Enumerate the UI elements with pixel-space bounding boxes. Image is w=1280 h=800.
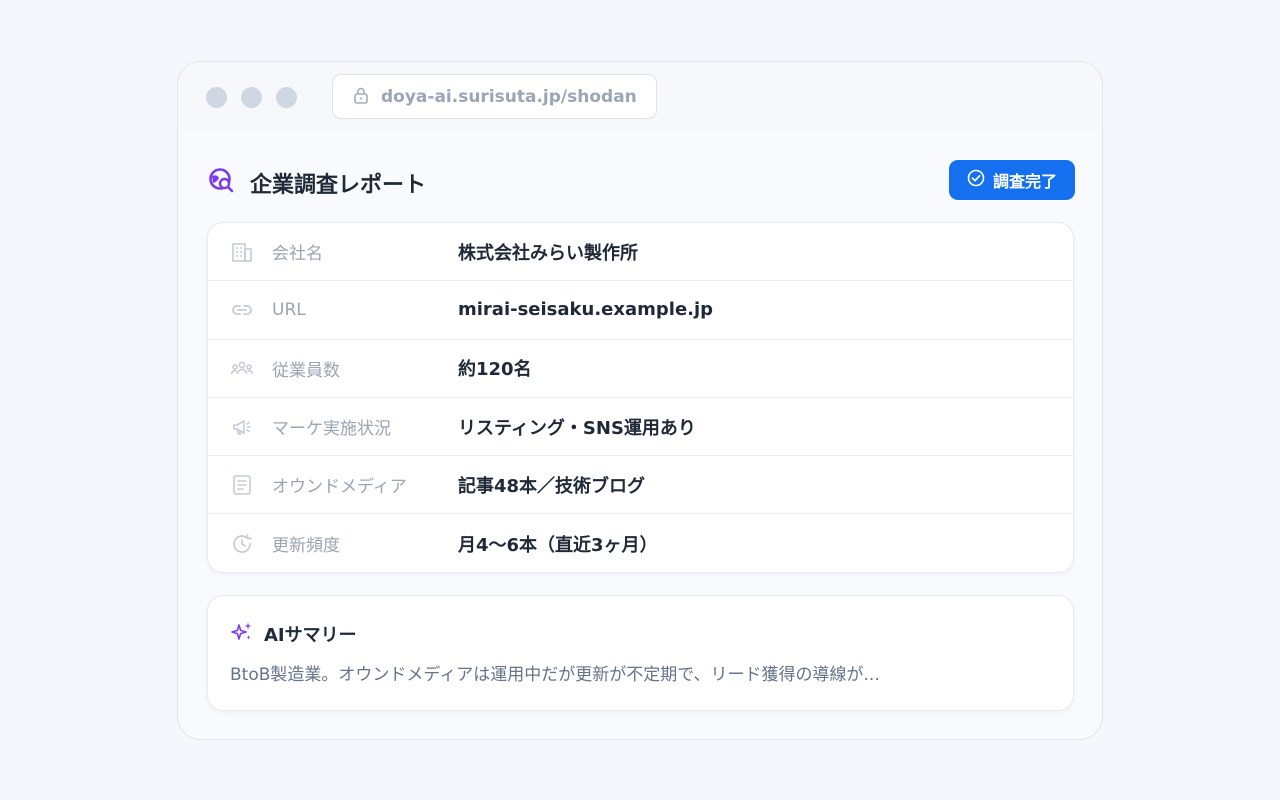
lock-icon bbox=[353, 86, 369, 108]
window-maximize-dot[interactable] bbox=[276, 87, 297, 108]
row-value: mirai-seisaku.example.jp bbox=[458, 299, 714, 321]
users-icon bbox=[230, 356, 254, 380]
building-icon bbox=[230, 240, 254, 264]
table-row: オウンドメディア 記事48本／技術ブログ bbox=[208, 456, 1073, 515]
ai-summary-card: AIサマリー BtoB製造業。オウンドメディアは運用中だが更新が不定期で、リード… bbox=[207, 595, 1074, 711]
status-button-label: 調査完了 bbox=[992, 172, 1057, 191]
page-title: 企業調査レポート bbox=[250, 173, 427, 198]
report-table: 会社名 株式会社みらい製作所 URL mirai-seisaku.example… bbox=[207, 222, 1074, 573]
address-url: doya-ai.surisuta.jp/shodan bbox=[381, 86, 637, 107]
document-icon bbox=[230, 473, 254, 497]
row-label: 従業員数 bbox=[272, 360, 340, 381]
browser-window: doya-ai.surisuta.jp/shodan 企業調査レポート 調査完了 bbox=[177, 61, 1103, 740]
table-row: 会社名 株式会社みらい製作所 bbox=[208, 223, 1073, 282]
table-row: 従業員数 約120名 bbox=[208, 340, 1073, 398]
search-globe-icon bbox=[208, 167, 236, 199]
ai-summary-title: AIサマリー bbox=[264, 625, 357, 646]
status-complete-button[interactable]: 調査完了 bbox=[949, 160, 1075, 200]
row-value: 記事48本／技術ブログ bbox=[458, 475, 646, 497]
browser-titlebar: doya-ai.surisuta.jp/shodan bbox=[178, 62, 1102, 132]
window-close-dot[interactable] bbox=[206, 87, 227, 108]
row-label: マーケ実施状況 bbox=[272, 419, 391, 440]
report-header: 企業調査レポート bbox=[208, 165, 426, 201]
row-value: リスティング・SNS運用あり bbox=[458, 417, 696, 439]
megaphone-icon bbox=[230, 415, 254, 439]
row-label: URL bbox=[272, 299, 306, 320]
check-circle-icon bbox=[967, 169, 985, 191]
row-value: 株式会社みらい製作所 bbox=[458, 242, 638, 264]
table-row: 更新頻度 月4〜6本（直近3ヶ月） bbox=[208, 514, 1073, 572]
row-label: 会社名 bbox=[272, 244, 323, 265]
table-row: URL mirai-seisaku.example.jp bbox=[208, 281, 1073, 340]
address-bar[interactable]: doya-ai.surisuta.jp/shodan bbox=[332, 74, 657, 119]
window-minimize-dot[interactable] bbox=[241, 87, 262, 108]
row-label: オウンドメディア bbox=[272, 477, 407, 498]
ai-summary-text: BtoB製造業。オウンドメディアは運用中だが更新が不定期で、リード獲得の導線が.… bbox=[230, 665, 880, 685]
table-row: マーケ実施状況 リスティング・SNS運用あり bbox=[208, 398, 1073, 457]
link-icon bbox=[230, 298, 254, 322]
row-label: 更新頻度 bbox=[272, 536, 340, 557]
refresh-clock-icon bbox=[230, 532, 254, 556]
row-value: 月4〜6本（直近3ヶ月） bbox=[458, 534, 658, 556]
sparkles-icon bbox=[230, 620, 254, 648]
row-value: 約120名 bbox=[458, 359, 532, 381]
ai-summary-header: AIサマリー bbox=[230, 620, 357, 648]
